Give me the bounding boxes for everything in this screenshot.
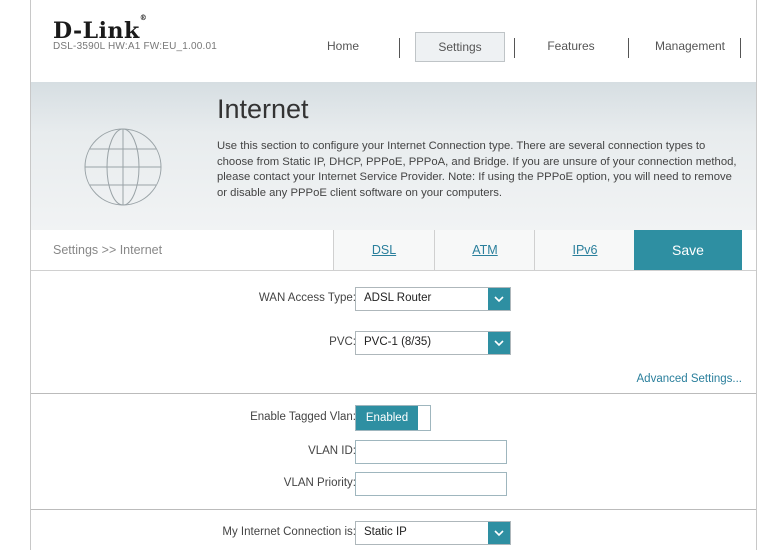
globe-icon: [84, 128, 162, 206]
chevron-down-icon[interactable]: [488, 332, 510, 354]
top-bar: D-Link® DSL-3590L HW:A1 FW:EU_1.00.01 Ho…: [31, 0, 756, 82]
chevron-down-icon[interactable]: [488, 522, 510, 544]
wan-access-type-select[interactable]: ADSL Router: [355, 287, 511, 311]
model-info: DSL-3590L HW:A1 FW:EU_1.00.01: [53, 41, 218, 52]
wan-access-type-value: ADSL Router: [364, 292, 432, 304]
breadcrumb: Settings >> Internet: [53, 243, 163, 257]
tagged-vlan-toggle[interactable]: Enabled: [355, 405, 431, 431]
nav-features[interactable]: Features: [531, 30, 611, 62]
nav-home[interactable]: Home: [313, 30, 373, 62]
nav-settings[interactable]: Settings: [415, 32, 505, 62]
sub-nav-bar: Settings >> Internet DSL ATM IPv6 Save: [31, 230, 756, 271]
tab-atm[interactable]: ATM: [434, 230, 535, 270]
tab-ipv6[interactable]: IPv6: [534, 230, 635, 270]
internet-connection-value: Static IP: [364, 526, 407, 538]
vlan-id-label: VLAN ID:: [308, 445, 356, 457]
pvc-select[interactable]: PVC-1 (8/35): [355, 331, 511, 355]
vlan-id-input[interactable]: [355, 440, 507, 464]
tab-dsl[interactable]: DSL: [333, 230, 434, 270]
divider: [31, 393, 756, 394]
router-settings-page: D-Link® DSL-3590L HW:A1 FW:EU_1.00.01 Ho…: [30, 0, 757, 550]
vlan-priority-label: VLAN Priority:: [283, 477, 356, 489]
pvc-value: PVC-1 (8/35): [364, 336, 432, 348]
save-button[interactable]: Save: [634, 230, 742, 270]
advanced-settings-link[interactable]: Advanced Settings...: [637, 373, 742, 385]
tagged-vlan-state: Enabled: [356, 406, 418, 430]
nav-divider: [740, 38, 741, 58]
internet-connection-select[interactable]: Static IP: [355, 521, 511, 545]
nav-divider: [399, 38, 400, 58]
nav-divider: [628, 38, 629, 58]
tagged-vlan-label: Enable Tagged Vlan:: [250, 411, 356, 423]
page-title: Internet: [217, 94, 309, 124]
page-description: Use this section to configure your Inter…: [217, 140, 737, 199]
divider: [31, 509, 756, 510]
chevron-down-icon[interactable]: [488, 288, 510, 310]
wan-access-type-label: WAN Access Type:: [258, 292, 356, 304]
page-banner: Internet Use this section to configure y…: [31, 82, 756, 230]
internet-connection-label: My Internet Connection is:: [222, 526, 356, 538]
vlan-priority-input[interactable]: [355, 472, 507, 496]
nav-divider: [514, 38, 515, 58]
pvc-label: PVC:: [329, 336, 356, 348]
nav-management[interactable]: Management: [640, 30, 740, 62]
